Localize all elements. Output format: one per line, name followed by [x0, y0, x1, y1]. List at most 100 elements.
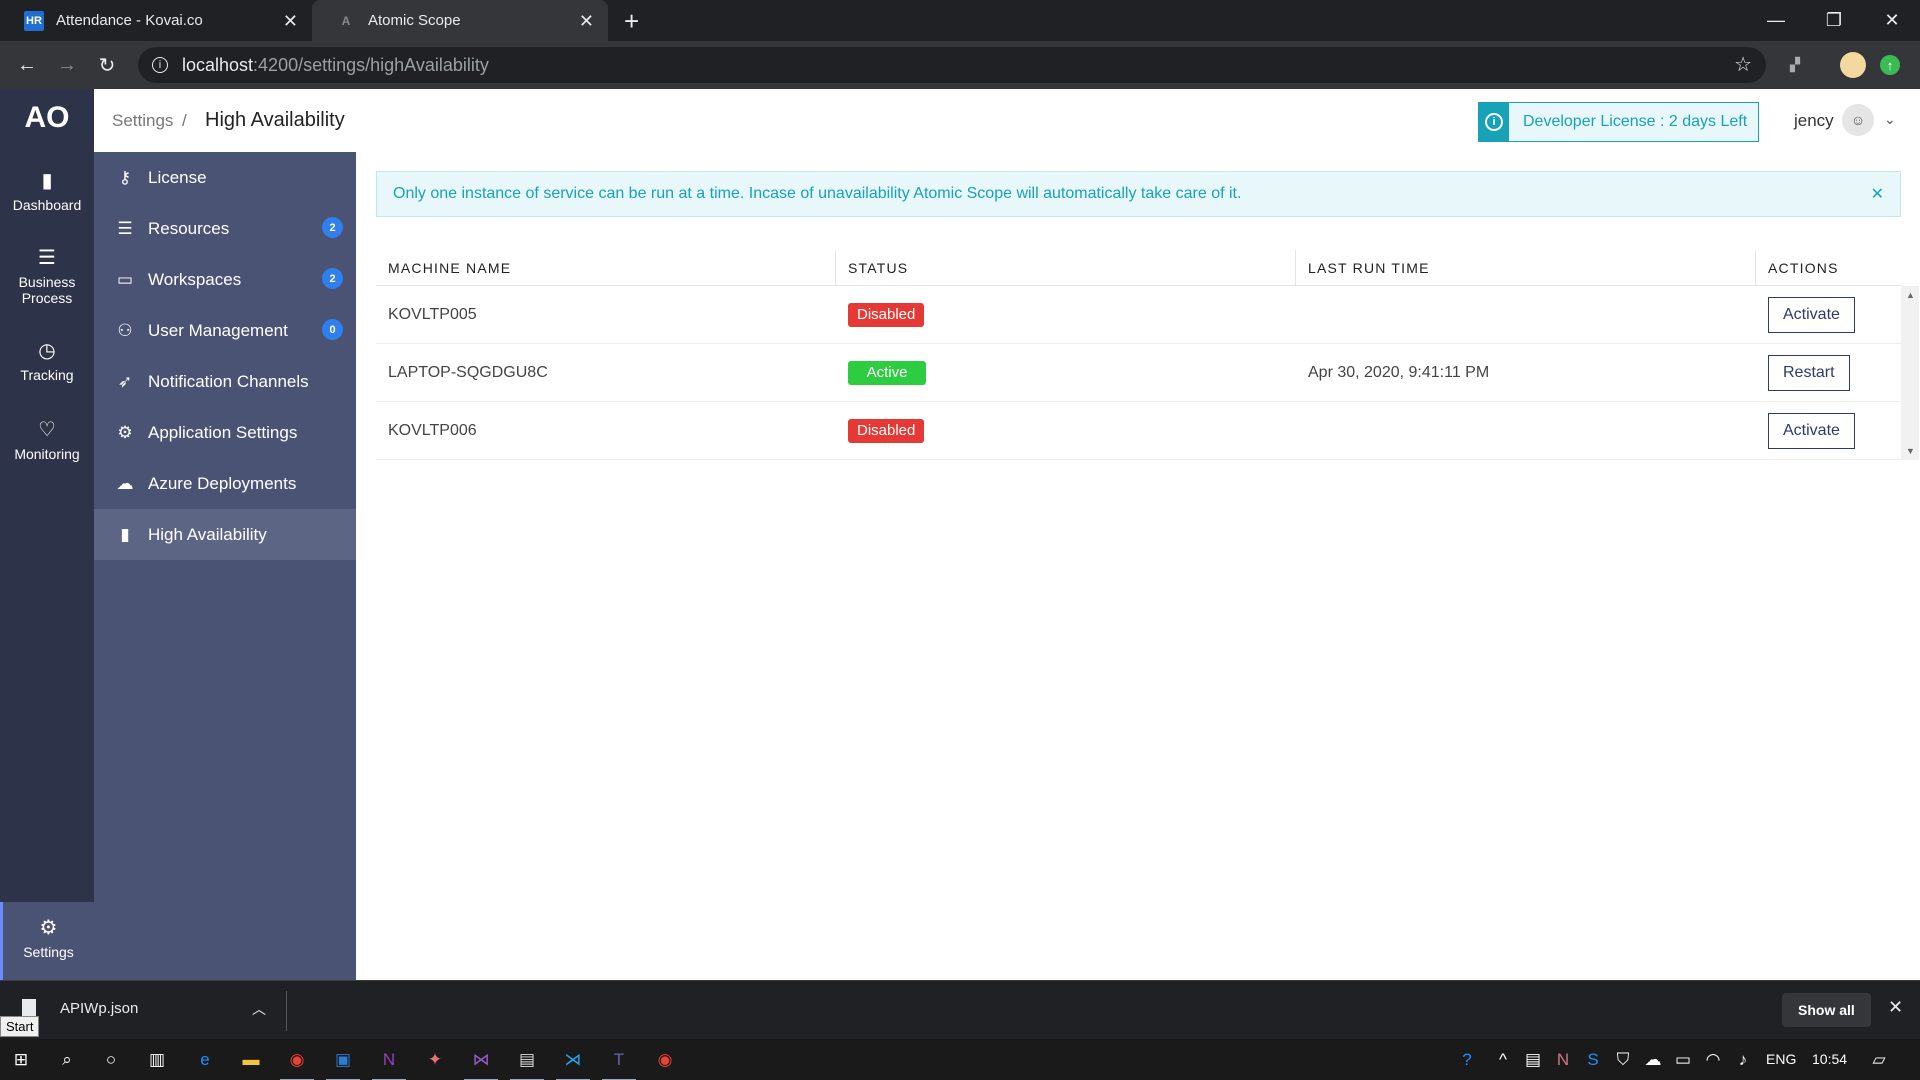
app-icon[interactable]: ✦: [422, 1047, 448, 1073]
cloud-icon[interactable]: ☁: [1640, 1047, 1666, 1073]
browser-tab-atomic-scope[interactable]: A Atomic Scope ✕: [312, 0, 608, 41]
cortana-icon[interactable]: ○: [98, 1047, 124, 1073]
sidebar-item-label: Azure Deployments: [148, 473, 297, 493]
activate-button[interactable]: Activate: [1768, 297, 1855, 333]
volume-icon[interactable]: ♪: [1730, 1047, 1756, 1073]
download-bar: APIWp.json ︿ Show all ✕: [0, 980, 1920, 1039]
download-item[interactable]: APIWp.json: [22, 999, 138, 1017]
settings-sidebar: ⚷ License ☰ Resources 2 ▭ Workspaces 2 ⚇…: [94, 152, 356, 980]
table-scrollbar[interactable]: ▲ ▼: [1901, 286, 1919, 460]
breadcrumb-settings[interactable]: Settings: [112, 111, 173, 131]
maximize-button[interactable]: ❐: [1806, 0, 1862, 41]
search-icon[interactable]: ⌕: [54, 1047, 80, 1073]
sidebar-item-azure-deployments[interactable]: ☁ Azure Deployments: [94, 458, 356, 509]
update-icon[interactable]: ↑: [1880, 55, 1900, 75]
cloud-upload-icon: ☁: [116, 473, 134, 493]
page-title: High Availability: [205, 109, 345, 131]
outlook-icon[interactable]: ▣: [326, 1047, 360, 1080]
tab-title: Atomic Scope: [368, 12, 461, 29]
nav-monitoring[interactable]: ♡ Monitoring: [0, 418, 94, 478]
clock-time[interactable]: 10:54: [1812, 1051, 1847, 1067]
table-row: KOVLTP005 Disabled Activate: [376, 286, 1901, 344]
column-last-run-time[interactable]: LAST RUN TIME: [1296, 250, 1756, 286]
machines-table: MACHINE NAME STATUS LAST RUN TIME ACTION…: [376, 250, 1919, 460]
close-window-button[interactable]: ✕: [1864, 0, 1920, 41]
scroll-up-icon[interactable]: ▲: [1906, 290, 1915, 300]
briefcase-icon: ▭: [116, 269, 134, 289]
alert-text: Only one instance of service can be run …: [393, 185, 1242, 202]
sidebar-item-notification-channels[interactable]: ➶ Notification Channels: [94, 356, 356, 407]
user-name[interactable]: jency: [1794, 111, 1834, 131]
chrome-icon[interactable]: ◉: [280, 1047, 314, 1080]
license-text: Developer License : 2 days Left: [1523, 113, 1748, 130]
file-explorer-icon[interactable]: ▬: [238, 1047, 264, 1073]
onenote-tray-icon[interactable]: N: [1550, 1047, 1576, 1073]
sidebar-item-license[interactable]: ⚷ License: [94, 152, 356, 203]
wifi-icon[interactable]: ◠: [1700, 1047, 1726, 1073]
new-tab-button[interactable]: +: [624, 6, 639, 37]
skype-icon[interactable]: S: [1580, 1047, 1606, 1073]
site-info-icon[interactable]: i: [152, 57, 168, 73]
task-view-icon[interactable]: ▥: [144, 1047, 170, 1073]
input-language[interactable]: ENG: [1766, 1051, 1796, 1067]
chevron-up-icon[interactable]: ^: [1490, 1047, 1516, 1073]
forward-button[interactable]: →: [53, 51, 81, 79]
nav-dashboard[interactable]: ▮ Dashboard: [0, 169, 94, 229]
terminal-icon[interactable]: ▤: [510, 1047, 544, 1080]
activate-button[interactable]: Activate: [1768, 413, 1855, 449]
close-icon[interactable]: ✕: [1871, 184, 1884, 204]
atomic-scope-logo[interactable]: AO: [22, 101, 72, 137]
sidebar-item-user-management[interactable]: ⚇ User Management 0: [94, 305, 356, 356]
sidebar-item-application-settings[interactable]: ⚙ Application Settings: [94, 407, 356, 458]
shield-icon[interactable]: ⛉: [1610, 1047, 1636, 1073]
status-badge: Disabled: [848, 418, 925, 443]
nav-business-process[interactable]: ☰ Business Process: [0, 246, 94, 306]
column-status[interactable]: STATUS: [836, 250, 1296, 286]
divider: [286, 991, 287, 1031]
license-badge[interactable]: i Developer License : 2 days Left: [1478, 102, 1759, 142]
scroll-down-icon[interactable]: ▼: [1906, 446, 1915, 456]
help-icon[interactable]: ?: [1454, 1047, 1480, 1073]
sidebar-item-workspaces[interactable]: ▭ Workspaces 2: [94, 254, 356, 305]
nav-label: Dashboard: [12, 197, 82, 213]
nav-tracking[interactable]: ◷ Tracking: [0, 339, 94, 399]
sidebar-item-high-availability[interactable]: ▮ High Availability: [94, 509, 356, 560]
minimize-button[interactable]: —: [1748, 0, 1804, 41]
extension-icon[interactable]: ▞: [1782, 52, 1808, 78]
browser-tab-attendance[interactable]: HR Attendance - Kovai.co ✕: [0, 0, 312, 41]
tab-close-icon[interactable]: ✕: [283, 11, 298, 32]
reload-button[interactable]: ↻: [93, 51, 121, 79]
action-center-icon[interactable]: ▱: [1866, 1047, 1892, 1073]
machine-name: LAPTOP-SQGDGU8C: [388, 364, 548, 381]
users-icon: ⚇: [117, 320, 133, 340]
restart-button[interactable]: Restart: [1768, 355, 1850, 391]
windows-start-icon[interactable]: ⊞: [8, 1047, 34, 1073]
nav-settings[interactable]: ⚙ Settings: [0, 902, 94, 980]
column-machine-name[interactable]: MACHINE NAME: [376, 250, 836, 286]
chevron-up-icon[interactable]: ︿: [252, 999, 266, 1019]
table-header: MACHINE NAME STATUS LAST RUN TIME ACTION…: [376, 250, 1901, 286]
page-header: Settings / High Availability i Developer…: [94, 89, 1920, 152]
url-input[interactable]: i localhost:4200/settings/highAvailabili…: [138, 47, 1766, 83]
sidebar-item-resources[interactable]: ☰ Resources 2: [94, 203, 356, 254]
sidebar-item-label: User Management: [148, 320, 288, 340]
vscode-icon[interactable]: ⋊: [556, 1047, 590, 1080]
main-content: Only one instance of service can be run …: [356, 152, 1920, 980]
close-download-bar-icon[interactable]: ✕: [1888, 997, 1903, 1018]
visual-studio-icon[interactable]: ⋈: [464, 1047, 498, 1080]
onenote-icon[interactable]: N: [372, 1047, 406, 1080]
battery-icon[interactable]: ▭: [1670, 1047, 1696, 1073]
show-all-button[interactable]: Show all: [1782, 993, 1871, 1027]
notification-tray-icon[interactable]: ▤: [1520, 1047, 1546, 1073]
chrome-icon[interactable]: ◉: [652, 1047, 678, 1073]
profile-avatar-icon[interactable]: [1840, 52, 1866, 78]
bookmark-star-icon[interactable]: ☆: [1734, 52, 1752, 77]
teams-icon[interactable]: T: [602, 1047, 636, 1080]
chevron-down-icon[interactable]: ⌄: [1884, 111, 1896, 128]
tab-close-icon[interactable]: ✕: [579, 11, 594, 32]
nav-label: Business Process: [18, 274, 76, 306]
edge-icon[interactable]: e: [192, 1047, 218, 1073]
user-avatar-icon[interactable]: ☺: [1842, 104, 1874, 136]
cogs-icon: ⚙: [117, 422, 133, 442]
back-button[interactable]: ←: [13, 51, 41, 79]
